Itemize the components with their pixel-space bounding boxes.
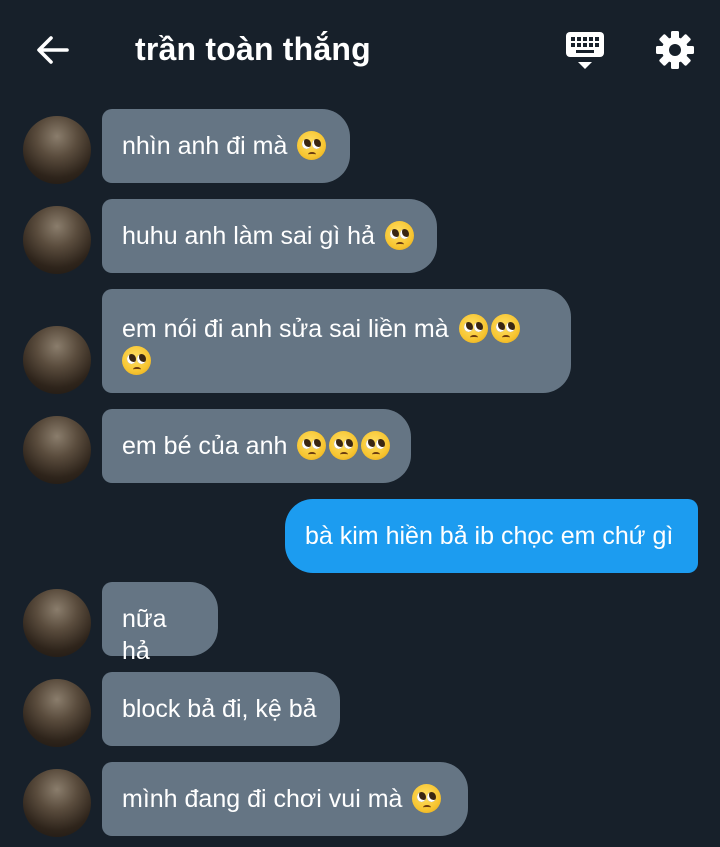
message-text: em nói đi anh sửa sai liền mà (122, 315, 449, 343)
message-text: block bả đi, kệ bả (122, 695, 317, 723)
incoming-message-bubble[interactable]: nhìn anh đi mà (102, 109, 350, 183)
pleading-face-emoji-icon (297, 131, 327, 160)
arrow-left-icon (37, 36, 69, 64)
gear-icon (656, 31, 694, 69)
avatar[interactable] (23, 416, 91, 484)
message-text: nhìn anh đi mà (122, 132, 288, 160)
pleading-face-emoji-icon (297, 431, 327, 460)
pleading-face-emoji-icon (384, 221, 414, 250)
conversation-title: trần toàn thắng (135, 31, 371, 67)
outgoing-message-bubble[interactable]: bà kim hiền bả ib chọc em chứ gì (285, 499, 698, 573)
message-text: bà kim hiền bả ib chọc em chứ gì (305, 522, 674, 550)
pleading-face-emoji-icon (122, 346, 151, 375)
incoming-message-bubble[interactable]: nữa hả (102, 582, 218, 665)
avatar[interactable] (23, 769, 91, 837)
message-text: nữa hả (122, 605, 167, 665)
pleading-face-emoji-icon (412, 784, 442, 813)
back-button[interactable] (30, 28, 74, 72)
avatar[interactable] (23, 116, 91, 184)
pleading-face-emoji-icon (490, 314, 520, 343)
pleading-face-emoji-icon (329, 431, 359, 460)
avatar[interactable] (23, 206, 91, 274)
incoming-message-bubble[interactable]: em nói đi anh sửa sai liền mà (102, 289, 571, 393)
keyboard-button[interactable] (562, 28, 608, 74)
message-text: mình đang đi chơi vui mà (122, 785, 403, 813)
avatar[interactable] (23, 679, 91, 747)
avatar[interactable] (23, 589, 91, 657)
settings-button[interactable] (652, 27, 698, 73)
keyboard-icon (566, 32, 604, 69)
message-text: em bé của anh (122, 432, 288, 460)
incoming-message-bubble[interactable]: em bé của anh (102, 409, 411, 483)
incoming-message-bubble[interactable]: block bả đi, kệ bả (102, 672, 340, 746)
incoming-message-bubble[interactable]: mình đang đi chơi vui mà (102, 762, 468, 836)
message-text: huhu anh làm sai gì hả (122, 222, 375, 250)
avatar[interactable] (23, 326, 91, 394)
pleading-face-emoji-icon (361, 431, 391, 460)
pleading-face-emoji-icon (458, 314, 488, 343)
chat-header: trần toàn thắng (0, 0, 720, 100)
incoming-message-bubble[interactable]: huhu anh làm sai gì hả (102, 199, 437, 273)
